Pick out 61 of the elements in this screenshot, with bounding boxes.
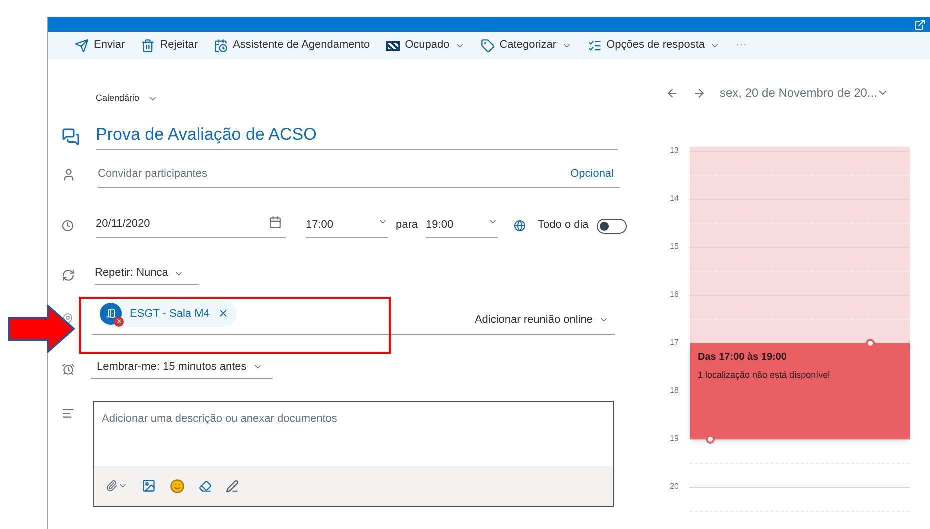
image-icon[interactable]: [142, 479, 156, 493]
calendar-dropdown[interactable]: Calendário: [96, 91, 628, 107]
person-icon: [62, 168, 76, 182]
hour-label: 17: [670, 337, 679, 349]
event-block[interactable]: Das 17:00 às 19:00 1 localização não está disponível: [690, 343, 910, 439]
calendar-icon: [269, 216, 282, 228]
toolbar-button[interactable]: Enviar: [75, 37, 126, 54]
chat-icon: [62, 128, 80, 146]
popout-icon[interactable]: [914, 18, 926, 31]
date-dropdown[interactable]: sex, 20 de Novembro de 20...: [720, 84, 890, 102]
title-field[interactable]: Prova de Avaliação de ACSO: [96, 122, 618, 150]
arrow-drawing: [8, 305, 76, 353]
globe-icon[interactable]: [514, 220, 526, 232]
hour-label: 13: [670, 145, 679, 157]
event-note: 1 localização não está disponível: [698, 369, 832, 382]
attendees-placeholder: Convidar participantes: [98, 166, 208, 182]
hour-label: 19: [670, 433, 679, 445]
paperclip-icon[interactable]: [106, 480, 118, 492]
hour-label: 16: [670, 289, 679, 301]
eraser-icon[interactable]: [199, 480, 212, 492]
next-day-icon[interactable]: [693, 86, 706, 100]
description-box[interactable]: Adicionar uma descrição ou anexar documentos: [93, 401, 614, 507]
start-time-dropdown[interactable]: 17:00: [306, 216, 388, 238]
toolbar-button[interactable]: Assistente de Agendamento: [214, 37, 370, 54]
toolbar-button[interactable]: Opções de resposta: [588, 37, 720, 54]
toolbar-button[interactable]: Ocupado: [386, 37, 465, 54]
all-day-label: Todo o dia: [538, 218, 589, 232]
toolbar-button[interactable]: Rejeitar: [141, 37, 198, 54]
door-icon: [106, 308, 116, 320]
event-time: Das 17:00 às 19:00: [698, 351, 788, 365]
calendar-icon: [214, 38, 228, 53]
hour-label: 14: [670, 193, 679, 205]
all-day-toggle[interactable]: [596, 219, 627, 234]
attendees-field[interactable]: Convidar participantes Opcional: [98, 166, 620, 188]
resize-handle[interactable]: [706, 435, 715, 444]
previous-day-icon[interactable]: [666, 86, 679, 100]
online-meeting-dropdown[interactable]: Adicionar reunião online: [474, 312, 615, 328]
description-placeholder: Adicionar uma descrição ou anexar documentos: [101, 412, 338, 427]
repeat-icon: [62, 268, 75, 282]
repeat-dropdown[interactable]: Repetir: Nunca: [95, 265, 199, 285]
location-field[interactable]: ESGT - Sala M4 Adicionar reunião online: [92, 300, 615, 335]
alarm-icon: [62, 362, 75, 376]
date-field[interactable]: 20/11/2020: [96, 216, 286, 238]
reminder-dropdown[interactable]: Lembrar-me: 15 minutos antes: [91, 358, 273, 380]
end-time-dropdown[interactable]: 19:00: [426, 216, 498, 238]
tag-icon: [480, 38, 495, 53]
room-chip[interactable]: ESGT - Sala M4: [100, 300, 237, 327]
list-icon: [588, 38, 602, 53]
remove-icon[interactable]: [218, 308, 229, 320]
send-icon: [75, 38, 89, 53]
description-icon: [62, 407, 75, 420]
to-label: para: [396, 218, 418, 232]
toolbar-button[interactable]: Categorizar: [480, 37, 572, 54]
trash-icon: [141, 38, 156, 53]
pen-icon[interactable]: [226, 480, 239, 492]
hour-label: 15: [670, 241, 679, 253]
emoji-icon[interactable]: [170, 478, 185, 494]
clock-icon: [62, 220, 74, 232]
optional-link[interactable]: Opcional: [570, 166, 614, 182]
hour-label: 18: [670, 385, 679, 397]
hour-label: 20: [670, 481, 679, 493]
